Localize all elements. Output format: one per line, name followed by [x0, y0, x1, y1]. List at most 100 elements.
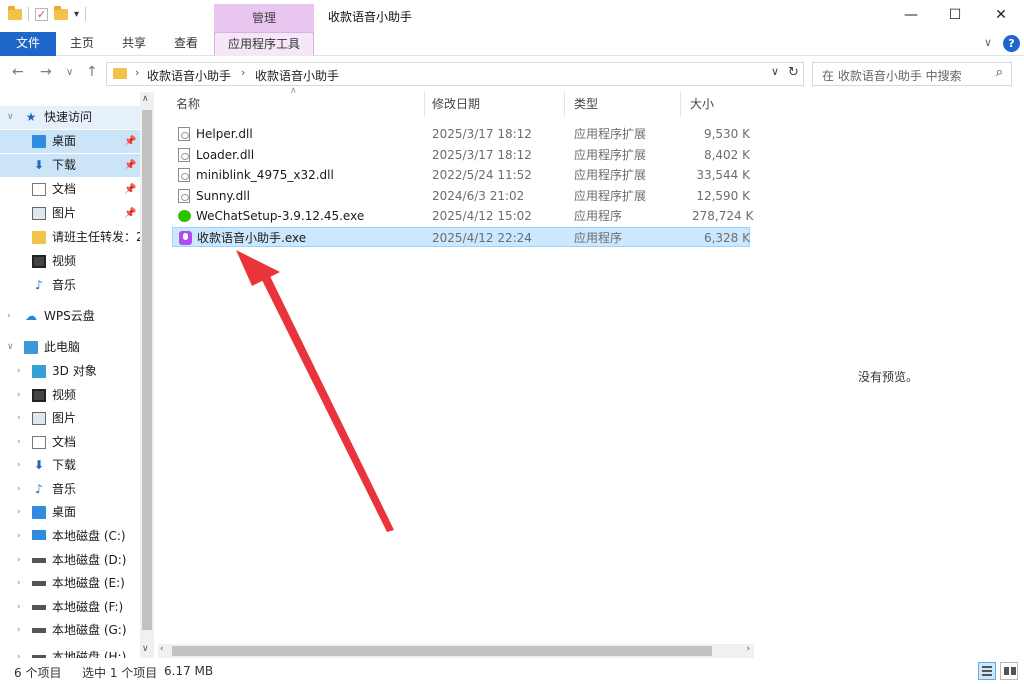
nav-item-drive-h[interactable]: › 本地磁盘 (H:) — [0, 646, 140, 658]
dll-file-icon — [178, 127, 190, 141]
search-icon[interactable]: ⌕ — [996, 65, 1003, 80]
preview-pane-message: 没有预览。 — [858, 370, 919, 384]
nav-item-pc-downloads[interactable]: › ⬇ 下载 — [0, 454, 140, 477]
tab-application-tools[interactable]: 应用程序工具 — [214, 32, 314, 56]
chevron-right-icon[interactable]: › — [17, 525, 21, 548]
tab-manage[interactable]: 管理 — [214, 4, 314, 32]
pin-icon[interactable]: 📌 — [124, 178, 136, 201]
breadcrumb-item[interactable]: 收款语音小助手 — [147, 67, 231, 84]
chevron-right-icon[interactable]: › — [17, 478, 21, 501]
chevron-right-icon[interactable]: › — [17, 407, 21, 430]
search-input[interactable]: 在 收款语音小助手 中搜索 ⌕ — [812, 62, 1012, 86]
chevron-down-icon[interactable]: ∨ — [7, 106, 14, 129]
chevron-right-icon[interactable]: › — [17, 572, 21, 595]
refresh-icon[interactable]: ↻ — [788, 65, 799, 80]
nav-item-3d-objects[interactable]: › 3D 对象 — [0, 360, 140, 383]
pin-icon[interactable]: 📌 — [124, 154, 136, 177]
column-header-size[interactable]: 大小 — [690, 92, 714, 116]
table-row[interactable]: Helper.dll 2025/3/17 18:12 应用程序扩展 9,530 … — [172, 124, 750, 144]
chevron-right-icon[interactable]: › — [17, 454, 21, 477]
tab-share[interactable]: 共享 — [116, 32, 152, 56]
horizontal-scrollbar[interactable]: ‹ › — [158, 644, 754, 658]
expand-ribbon-icon[interactable]: ∨ — [984, 36, 992, 49]
scroll-left-icon[interactable]: ‹ — [160, 644, 164, 654]
back-arrow-icon[interactable]: ← — [12, 64, 24, 80]
nav-item-videos[interactable]: 视频 — [0, 250, 140, 273]
chevron-right-icon[interactable]: › — [17, 596, 21, 619]
pin-icon[interactable]: 📌 — [124, 202, 136, 225]
nav-item-quick-access[interactable]: ∨ ★ 快速访问 — [0, 106, 140, 129]
chevron-right-icon[interactable]: › — [17, 646, 21, 658]
table-row[interactable]: miniblink_4975_x32.dll 2022/5/24 11:52 应… — [172, 165, 750, 185]
chevron-right-icon[interactable]: › — [17, 501, 21, 524]
column-header-name[interactable]: 名称 — [176, 92, 200, 116]
nav-item-drive-e[interactable]: › 本地磁盘 (E:) — [0, 572, 140, 595]
help-icon[interactable]: ? — [1003, 35, 1020, 52]
tab-file[interactable]: 文件 — [0, 32, 56, 56]
table-row[interactable]: Loader.dll 2025/3/17 18:12 应用程序扩展 8,402 … — [172, 145, 750, 165]
recent-locations-icon[interactable]: ∨ — [66, 67, 73, 78]
table-row[interactable]: Sunny.dll 2024/6/3 21:02 应用程序扩展 12,590 K — [172, 186, 750, 206]
nav-item-pc-videos[interactable]: › 视频 — [0, 384, 140, 407]
scroll-thumb[interactable] — [142, 110, 152, 630]
column-divider[interactable] — [424, 92, 425, 116]
table-row[interactable]: WeChatSetup-3.9.12.45.exe 2025/4/12 15:0… — [172, 206, 754, 226]
nav-item-pc-music[interactable]: › ♪ 音乐 — [0, 478, 140, 501]
close-button[interactable]: ✕ — [978, 0, 1024, 30]
chevron-right-icon[interactable]: › — [7, 305, 11, 328]
customize-toolbar-icon[interactable]: ▾ — [74, 9, 79, 20]
nav-item-drive-g[interactable]: › 本地磁盘 (G:) — [0, 619, 140, 642]
minimize-button[interactable]: — — [888, 0, 934, 30]
file-size: 278,724 K — [692, 209, 754, 223]
scroll-right-icon[interactable]: › — [746, 644, 750, 654]
new-folder-icon[interactable] — [54, 5, 68, 20]
nav-item-this-pc[interactable]: ∨ 此电脑 — [0, 336, 140, 359]
nav-item-drive-f[interactable]: › 本地磁盘 (F:) — [0, 596, 140, 619]
pin-icon[interactable]: 📌 — [124, 130, 136, 153]
folder-icon[interactable] — [8, 5, 22, 20]
chevron-right-icon[interactable]: › — [241, 66, 245, 79]
column-divider[interactable] — [564, 92, 565, 116]
details-view-icon[interactable] — [978, 662, 996, 680]
nav-item-documents[interactable]: 文档 📌 — [0, 178, 140, 201]
column-divider[interactable] — [680, 92, 681, 116]
chevron-right-icon[interactable]: › — [17, 619, 21, 642]
nav-item-downloads[interactable]: ⬇ 下载 📌 — [0, 154, 140, 177]
column-header-modified[interactable]: 修改日期 — [432, 92, 480, 116]
maximize-button[interactable]: ☐ — [932, 0, 978, 30]
up-arrow-icon[interactable]: ↑ — [86, 64, 98, 80]
chevron-down-icon[interactable]: ∨ — [7, 336, 14, 359]
chevron-right-icon[interactable]: › — [17, 384, 21, 407]
chevron-right-icon[interactable]: › — [135, 66, 139, 79]
microphone-app-icon — [179, 231, 192, 245]
tab-home[interactable]: 主页 — [64, 32, 100, 56]
large-icons-view-icon[interactable] — [1000, 662, 1018, 680]
table-row-selected[interactable]: 收款语音小助手.exe 2025/4/12 22:24 应用程序 6,328 K — [172, 227, 750, 247]
nav-item-pc-documents[interactable]: › 文档 — [0, 431, 140, 454]
chevron-right-icon[interactable]: › — [17, 431, 21, 454]
nav-item-pictures[interactable]: 图片 📌 — [0, 202, 140, 225]
chevron-right-icon[interactable]: › — [17, 549, 21, 572]
nav-item-drive-d[interactable]: › 本地磁盘 (D:) — [0, 549, 140, 572]
nav-item-pc-pictures[interactable]: › 图片 — [0, 407, 140, 430]
scroll-thumb[interactable] — [172, 646, 712, 656]
properties-icon[interactable]: ✓ — [35, 7, 48, 21]
tab-view[interactable]: 查看 — [168, 32, 204, 56]
chevron-right-icon[interactable]: › — [17, 360, 21, 383]
column-header-type[interactable]: 类型 — [574, 92, 598, 116]
breadcrumb-item[interactable]: 收款语音小助手 — [255, 67, 339, 84]
forward-arrow-icon[interactable]: → — [40, 64, 52, 80]
nav-item-pc-desktop[interactable]: › 桌面 — [0, 501, 140, 524]
nav-item-folder[interactable]: 请班主任转发：2 — [0, 226, 140, 249]
address-bar[interactable]: › 收款语音小助手 › 收款语音小助手 ∨ ↻ — [106, 62, 804, 86]
nav-scrollbar[interactable]: ∧ ∨ — [140, 92, 154, 658]
scroll-up-icon[interactable]: ∧ — [142, 94, 149, 104]
nav-item-wps-cloud[interactable]: › ☁ WPS云盘 — [0, 305, 140, 328]
address-dropdown-icon[interactable]: ∨ — [771, 65, 779, 78]
scroll-down-icon[interactable]: ∨ — [142, 644, 149, 654]
nav-item-music[interactable]: ♪ 音乐 — [0, 274, 140, 297]
nav-label: 图片 — [52, 411, 77, 425]
nav-item-desktop[interactable]: 桌面 📌 — [0, 130, 140, 153]
item-count: 6 个项目 — [14, 666, 62, 680]
nav-item-drive-c[interactable]: › 本地磁盘 (C:) — [0, 525, 140, 548]
